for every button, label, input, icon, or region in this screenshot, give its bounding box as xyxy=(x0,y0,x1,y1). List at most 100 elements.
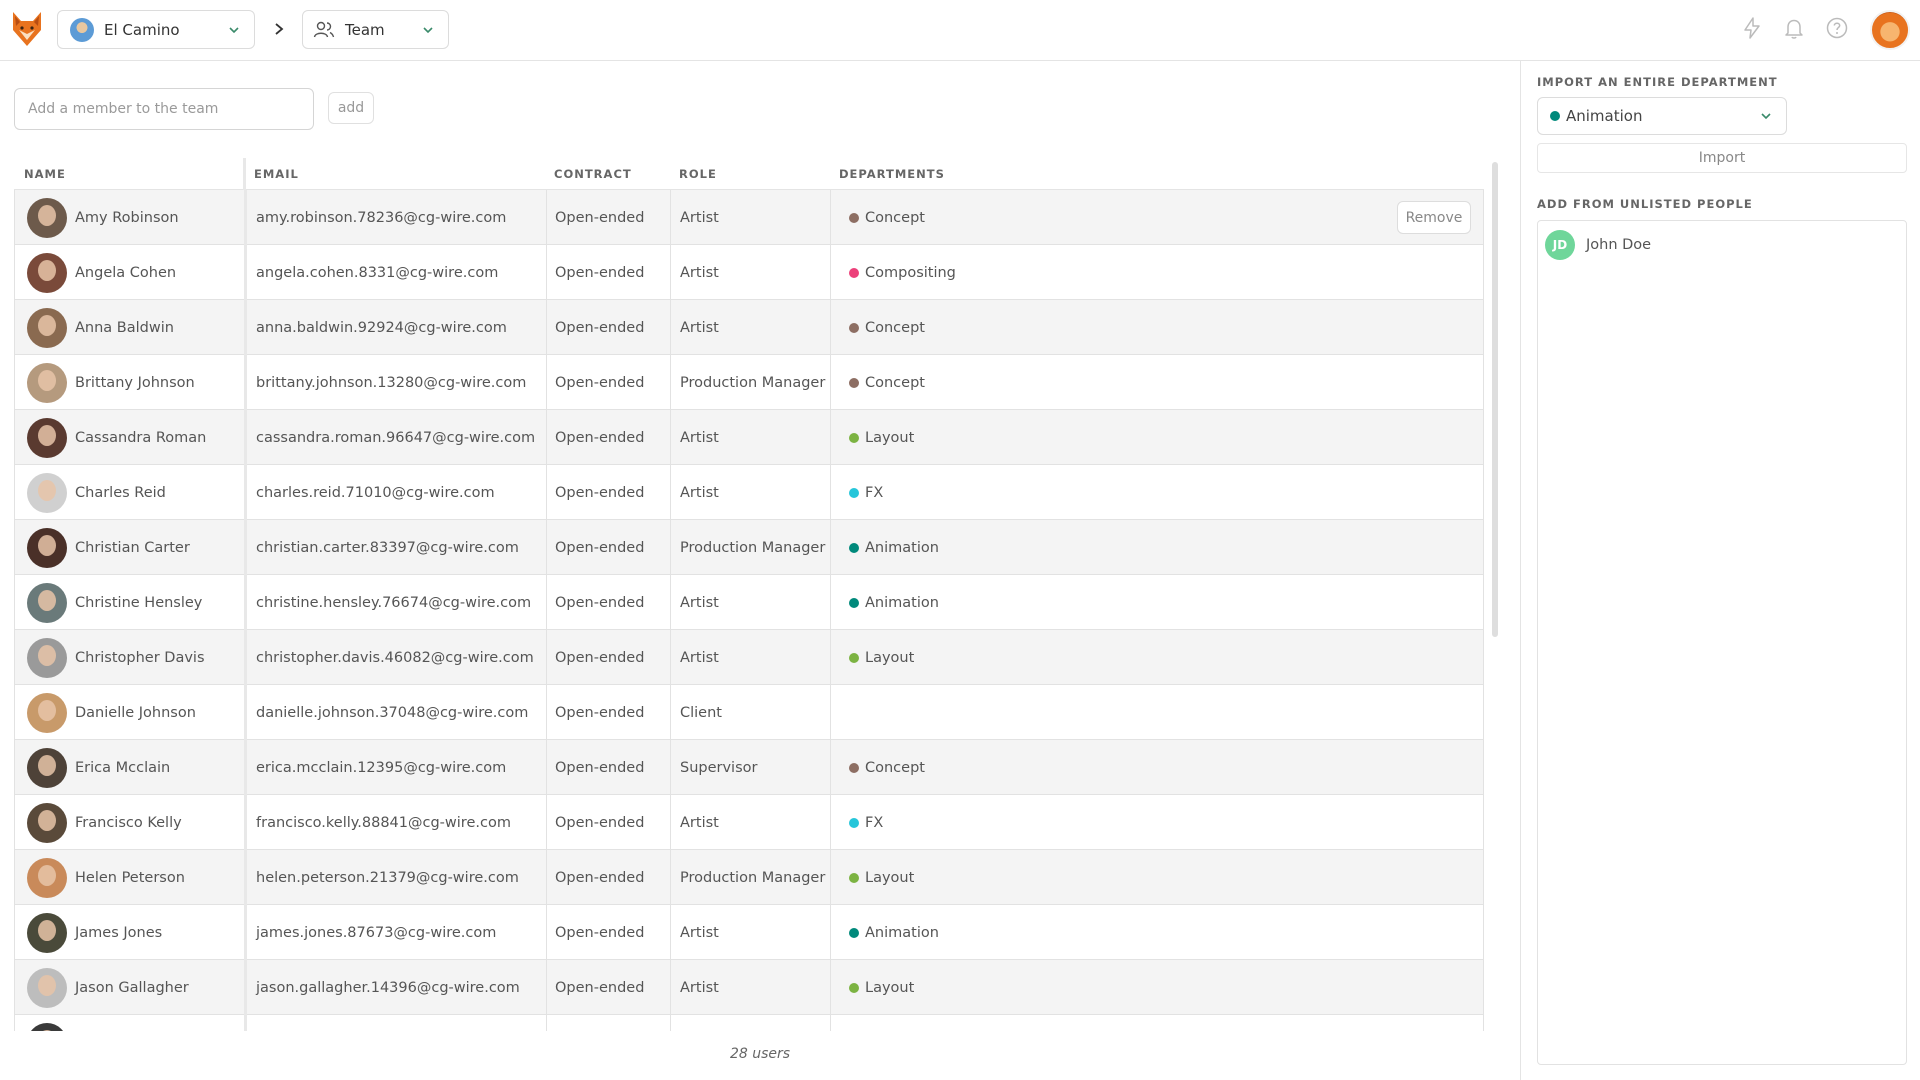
table-row[interactable]: Francisco Kelly francisco.kelly.88841@cg… xyxy=(14,795,1484,850)
table-row[interactable]: Angela Cohen angela.cohen.8331@cg-wire.c… xyxy=(14,245,1484,300)
column-header-departments[interactable]: DEPARTMENTS xyxy=(839,158,945,190)
table-row[interactable]: Christopher Davis christopher.davis.4608… xyxy=(14,630,1484,685)
department-color-dot xyxy=(1550,111,1560,121)
table-row[interactable]: Anna Baldwin anna.baldwin.92924@cg-wire.… xyxy=(14,300,1484,355)
column-header-name[interactable]: NAME xyxy=(24,158,66,190)
column-divider xyxy=(244,575,247,630)
person-department: Layout xyxy=(849,410,1249,465)
table-row[interactable]: Christian Carter christian.carter.83397@… xyxy=(14,520,1484,575)
table-row[interactable]: Jason Gallagher jason.gallagher.14396@cg… xyxy=(14,960,1484,1015)
department-color-dot xyxy=(849,267,859,278)
person-avatar xyxy=(27,967,67,1008)
user-avatar[interactable] xyxy=(1870,10,1910,50)
person-email: erica.mcclain.12395@cg-wire.com xyxy=(256,759,507,776)
column-divider xyxy=(670,520,671,575)
column-divider xyxy=(244,795,247,850)
column-divider xyxy=(670,355,671,410)
column-divider xyxy=(546,575,547,630)
person-contract: Open-ended xyxy=(555,979,645,996)
person-avatar xyxy=(27,1022,67,1031)
person-department: Concept xyxy=(849,190,1249,245)
person-contract: Open-ended xyxy=(555,924,645,941)
column-divider xyxy=(244,520,247,575)
column-divider xyxy=(244,685,247,740)
lightning-icon[interactable] xyxy=(1740,16,1764,40)
column-divider xyxy=(830,575,831,630)
production-name: El Camino xyxy=(104,20,180,39)
person-role: Artist xyxy=(680,209,719,226)
table-row[interactable]: Amy Robinson amy.robinson.78236@cg-wire.… xyxy=(14,190,1484,245)
table-row[interactable]: Helen Peterson helen.peterson.21379@cg-w… xyxy=(14,850,1484,905)
person-avatar xyxy=(27,637,67,678)
table-row[interactable]: Charles Reid charles.reid.71010@cg-wire.… xyxy=(14,465,1484,520)
person-email xyxy=(256,1015,546,1031)
table-row[interactable]: Christine Hensley christine.hensley.7667… xyxy=(14,575,1484,630)
column-divider xyxy=(670,905,671,960)
department-select[interactable]: Animation xyxy=(1537,97,1787,135)
table-row[interactable]: Erica Mcclain erica.mcclain.12395@cg-wir… xyxy=(14,740,1484,795)
person-email: cassandra.roman.96647@cg-wire.com xyxy=(256,429,536,446)
column-divider xyxy=(670,740,671,795)
person-avatar xyxy=(27,417,67,458)
person-name: Christian Carter xyxy=(75,539,190,556)
person-avatar xyxy=(27,197,67,238)
remove-member-button[interactable]: Remove xyxy=(1397,201,1471,234)
person-role: Artist xyxy=(680,979,719,996)
person-contract: Open-ended xyxy=(555,704,645,721)
column-resize-handle[interactable] xyxy=(243,158,246,190)
section-selector[interactable]: Team xyxy=(302,10,449,49)
person-department: FX xyxy=(849,795,1249,850)
person-email: anna.baldwin.92924@cg-wire.com xyxy=(256,319,507,336)
department-name: Layout xyxy=(865,869,915,886)
bell-icon[interactable] xyxy=(1782,16,1806,40)
column-divider xyxy=(244,1015,247,1031)
unlisted-people-list: JD John Doe xyxy=(1537,220,1907,1065)
person-email: charles.reid.71010@cg-wire.com xyxy=(256,484,495,501)
person-email: christian.carter.83397@cg-wire.com xyxy=(256,539,519,556)
column-header-email[interactable]: EMAIL xyxy=(254,158,299,190)
person-role xyxy=(680,1015,830,1031)
table-row[interactable]: Brittany Johnson brittany.johnson.13280@… xyxy=(14,355,1484,410)
person-avatar xyxy=(27,912,67,953)
table-row[interactable]: Danielle Johnson danielle.johnson.37048@… xyxy=(14,685,1484,740)
department-color-dot xyxy=(849,487,859,498)
person-email: christine.hensley.76674@cg-wire.com xyxy=(256,594,532,611)
person-contract: Open-ended xyxy=(555,484,645,501)
person-role: Production Manager xyxy=(680,869,826,886)
table-scrollbar[interactable] xyxy=(1492,162,1498,637)
column-header-role[interactable]: ROLE xyxy=(679,158,717,190)
department-name: FX xyxy=(865,484,884,501)
department-color-dot xyxy=(849,927,859,938)
import-department-button[interactable]: Import xyxy=(1537,143,1907,173)
person-department: FX xyxy=(849,465,1249,520)
column-divider xyxy=(830,520,831,575)
department-name: Compositing xyxy=(865,264,956,281)
column-header-contract[interactable]: CONTRACT xyxy=(554,158,632,190)
table-row[interactable]: Cassandra Roman cassandra.roman.96647@cg… xyxy=(14,410,1484,465)
person-department: Animation xyxy=(849,575,1249,630)
column-divider xyxy=(670,1015,671,1031)
person-department xyxy=(849,685,1249,740)
add-member-button[interactable]: add xyxy=(328,92,374,124)
column-divider xyxy=(830,355,831,410)
column-divider xyxy=(670,575,671,630)
side-panel: IMPORT AN ENTIRE DEPARTMENT Animation Im… xyxy=(1520,61,1920,1080)
add-member-input[interactable] xyxy=(14,88,314,130)
table-row[interactable] xyxy=(14,1015,1484,1031)
person-role: Supervisor xyxy=(680,759,758,776)
person-department xyxy=(849,1015,1249,1031)
kitsu-logo-icon[interactable] xyxy=(10,10,44,48)
person-avatar xyxy=(27,692,67,733)
person-email: amy.robinson.78236@cg-wire.com xyxy=(256,209,507,226)
person-name: Christopher Davis xyxy=(75,649,205,666)
person-department: Compositing xyxy=(849,245,1249,300)
person-name: Erica Mcclain xyxy=(75,759,171,776)
person-contract: Open-ended xyxy=(555,374,645,391)
help-icon[interactable] xyxy=(1825,16,1849,40)
column-divider xyxy=(670,410,671,465)
production-selector[interactable]: El Camino xyxy=(57,10,255,49)
department-name: Layout xyxy=(865,429,915,446)
unlisted-person-item[interactable]: JD John Doe xyxy=(1538,225,1906,265)
column-divider xyxy=(830,685,831,740)
table-row[interactable]: James Jones james.jones.87673@cg-wire.co… xyxy=(14,905,1484,960)
